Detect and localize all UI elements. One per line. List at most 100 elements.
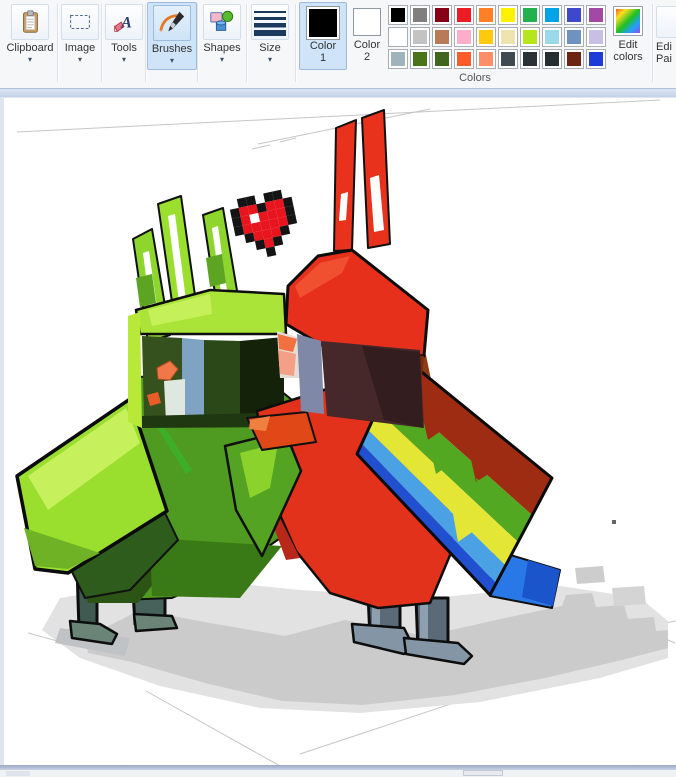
chevron-down-icon: ▾ — [77, 55, 82, 64]
shapes-button[interactable]: Shapes ▾ — [200, 2, 244, 68]
heart-pixel — [272, 189, 283, 201]
palette-swatch[interactable] — [432, 5, 452, 25]
heart-pixel — [249, 212, 261, 224]
heart-pixel — [244, 232, 255, 244]
palette-swatch[interactable] — [476, 49, 496, 69]
color1-swatch — [306, 6, 340, 40]
color2-label: Color — [353, 39, 381, 51]
colors-group-label: Colors — [459, 72, 491, 84]
heart-pixel — [238, 206, 250, 217]
palette-swatch[interactable] — [564, 5, 584, 25]
heart-pixel — [240, 214, 252, 226]
palette-swatch[interactable] — [520, 5, 540, 25]
ribbon-bottom-band — [0, 88, 676, 97]
heart-pixel — [270, 226, 282, 238]
color2-button[interactable]: Color 2 — [347, 2, 387, 68]
heart-pixel — [279, 224, 291, 236]
group-separator — [295, 4, 297, 82]
group-separator — [652, 4, 654, 82]
clipboard-button[interactable]: Clipboard ▾ — [6, 2, 54, 68]
palette-swatch[interactable] — [410, 49, 430, 69]
scrollbar-thumb[interactable] — [463, 770, 503, 776]
heart-pixel — [275, 207, 287, 219]
group-separator — [57, 4, 59, 82]
heart-pixel — [242, 223, 254, 235]
palette-swatch[interactable] — [586, 5, 606, 25]
tools-button[interactable]: A Tools ▾ — [104, 2, 144, 68]
palette-swatch[interactable] — [388, 27, 408, 47]
heart-pixel — [273, 198, 285, 210]
edit-paint3d-label-2: Pai — [656, 53, 672, 65]
chevron-down-icon: ▾ — [121, 55, 126, 64]
shadow-block-1 — [575, 566, 605, 584]
red-face-blue-stripe — [297, 334, 324, 414]
green-face-blue-stripe — [182, 338, 204, 418]
group-separator — [145, 4, 147, 82]
heart-pixel — [233, 225, 245, 237]
image-button[interactable]: Image ▾ — [60, 2, 100, 68]
palette-swatch[interactable] — [498, 27, 518, 47]
palette-swatch[interactable] — [410, 27, 430, 47]
palette-swatch[interactable] — [454, 5, 474, 25]
heart-pixel — [231, 216, 243, 228]
svg-text:A: A — [120, 15, 132, 32]
edit-colors-button[interactable]: Edit colors — [604, 2, 652, 82]
palette-swatch[interactable] — [586, 49, 606, 69]
palette-swatch[interactable] — [388, 5, 408, 25]
green-foot-right — [132, 612, 179, 633]
color1-label: Color — [309, 40, 337, 52]
image-label: Image — [64, 42, 96, 54]
drawing-canvas[interactable] — [0, 97, 676, 766]
palette-swatch[interactable] — [564, 49, 584, 69]
edit-paint3d-button[interactable]: Edi Pai — [656, 2, 676, 82]
heart-pixel — [265, 246, 277, 258]
heart-pixel — [251, 221, 262, 233]
edit-paint3d-label: Edi — [656, 41, 672, 53]
palette-swatch[interactable] — [586, 27, 606, 47]
canvas-left-margin — [0, 97, 4, 777]
heart-pixel — [236, 197, 248, 208]
shapes-icon — [203, 4, 241, 40]
color2-label-2: 2 — [363, 51, 371, 63]
horizontal-scrollbar[interactable] — [0, 770, 676, 777]
heart-pixel — [277, 216, 289, 227]
palette-swatch[interactable] — [498, 5, 518, 25]
palette-swatch[interactable] — [476, 5, 496, 25]
ribbon: Clipboard ▾ Image ▾ A Tools ▾ Brushes ▾ Shapes ▾ Si… — [0, 0, 676, 88]
heart-pixel — [258, 211, 269, 222]
size-button[interactable]: Size ▾ — [248, 2, 292, 68]
palette-swatch[interactable] — [520, 49, 540, 69]
painting-svg[interactable] — [0, 98, 676, 766]
clipboard-icon — [11, 4, 49, 40]
palette-swatch[interactable] — [410, 5, 430, 25]
chevron-down-icon: ▾ — [169, 56, 174, 65]
palette-swatch[interactable] — [432, 49, 452, 69]
heart-pixel — [284, 205, 296, 217]
palette-swatch[interactable] — [476, 27, 496, 47]
heart-pixel — [272, 235, 284, 247]
edit-colors-label-2: colors — [613, 51, 643, 63]
palette-swatch[interactable] — [564, 27, 584, 47]
clipboard-label: Clipboard — [6, 42, 54, 54]
palette-swatch[interactable] — [520, 27, 540, 47]
group-separator — [101, 4, 103, 82]
palette-swatch[interactable] — [542, 27, 562, 47]
palette-swatch[interactable] — [498, 49, 518, 69]
edit-paint3d-icon — [656, 6, 676, 38]
palette-swatch[interactable] — [454, 27, 474, 47]
tools-icon: A — [105, 4, 143, 40]
palette-swatch[interactable] — [542, 49, 562, 69]
palette-swatch[interactable] — [542, 5, 562, 25]
shapes-label: Shapes — [203, 42, 241, 54]
color-palette — [388, 5, 610, 71]
brushes-button[interactable]: Brushes ▾ — [147, 2, 197, 70]
heart-pixel — [247, 204, 259, 215]
heart-pixel — [265, 200, 276, 212]
color1-button[interactable]: Color 1 — [299, 2, 347, 70]
palette-swatch[interactable] — [454, 49, 474, 69]
sketch-line — [251, 144, 271, 150]
palette-swatch[interactable] — [432, 27, 452, 47]
color2-swatch — [353, 8, 381, 36]
palette-swatch[interactable] — [388, 49, 408, 69]
heart-pixel — [260, 219, 271, 231]
